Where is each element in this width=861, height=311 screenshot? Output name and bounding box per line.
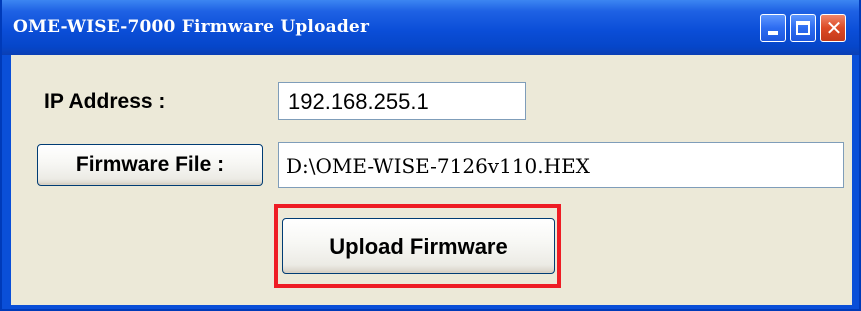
firmware-file-button[interactable]: Firmware File : bbox=[37, 144, 263, 186]
minimize-icon bbox=[768, 31, 778, 35]
firmware-path-input[interactable]: D:\OME-WISE-7126v110.HEX bbox=[278, 142, 844, 188]
minimize-button[interactable] bbox=[760, 14, 786, 42]
firmware-file-button-label: Firmware File : bbox=[75, 153, 225, 176]
window-title: OME-WISE-7000 Firmware Uploader bbox=[13, 17, 370, 37]
close-button[interactable]: ✕ bbox=[820, 14, 846, 42]
upload-firmware-button[interactable]: Upload Firmware bbox=[282, 218, 555, 274]
client-area: IP Address : 192.168.255.1 Firmware File… bbox=[11, 55, 852, 305]
maximize-icon bbox=[796, 21, 810, 35]
uploader-window: OME-WISE-7000 Firmware Uploader ✕ IP Add… bbox=[0, 0, 861, 311]
ip-address-label: IP Address : bbox=[44, 90, 166, 113]
upload-firmware-button-label: Upload Firmware bbox=[329, 234, 508, 259]
title-bar[interactable]: OME-WISE-7000 Firmware Uploader ✕ bbox=[2, 0, 859, 55]
ip-address-value: 192.168.255.1 bbox=[288, 89, 429, 114]
close-icon: ✕ bbox=[825, 16, 843, 40]
firmware-path-value: D:\OME-WISE-7126v110.HEX bbox=[286, 154, 590, 178]
maximize-button[interactable] bbox=[790, 14, 816, 42]
ip-address-input[interactable]: 192.168.255.1 bbox=[278, 82, 526, 120]
